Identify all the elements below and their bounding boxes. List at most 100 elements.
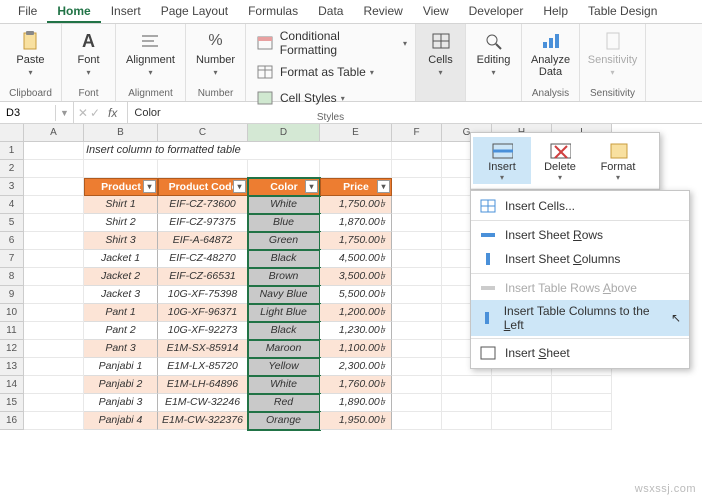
formula-input[interactable]: Color [128,105,166,121]
row-header[interactable]: 7 [0,250,24,268]
cell[interactable] [552,412,612,430]
row-header[interactable]: 13 [0,358,24,376]
cell[interactable] [392,142,442,160]
analyze-data-button[interactable]: Analyze Data [527,28,574,80]
cell[interactable] [392,214,442,232]
filter-dropdown-icon[interactable]: ▾ [305,180,318,193]
cell[interactable] [24,340,84,358]
cell[interactable]: White [248,376,320,394]
cell[interactable]: Red [248,394,320,412]
cell[interactable] [442,412,492,430]
cell[interactable]: 4,500.00৳ [320,250,392,268]
cell[interactable] [392,268,442,286]
cell[interactable]: Shirt 3 [84,232,158,250]
cell[interactable] [24,412,84,430]
cell[interactable]: 1,870.00৳ [320,214,392,232]
cell[interactable]: 1,750.00৳ [320,196,392,214]
cell[interactable]: 10G-XF-75398 [158,286,248,304]
cell[interactable] [24,142,84,160]
cell[interactable]: EIF-CZ-73600 [158,196,248,214]
column-header[interactable]: E [320,124,392,142]
cell[interactable]: Pant 1 [84,304,158,322]
tab-help[interactable]: Help [533,0,578,23]
cell[interactable] [392,322,442,340]
enter-icon[interactable]: ✓ [90,106,100,120]
sensitivity-button[interactable]: Sensitivity▾ [584,28,642,79]
cell[interactable]: EIF-CZ-48270 [158,250,248,268]
table-title[interactable]: Insert column to formatted table [84,142,392,160]
filter-dropdown-icon[interactable]: ▾ [377,180,390,193]
cell[interactable]: Brown [248,268,320,286]
cell[interactable] [24,304,84,322]
column-header[interactable]: C [158,124,248,142]
cell[interactable]: E1M-CW-322376 [158,412,248,430]
insert-table-columns-item[interactable]: Insert Table Columns to the Left↖ [471,300,689,336]
row-header[interactable]: 3 [0,178,24,196]
cell[interactable]: E1M-SX-85914 [158,340,248,358]
cell[interactable]: Blue [248,214,320,232]
cell[interactable] [24,358,84,376]
tab-view[interactable]: View [413,0,459,23]
cell[interactable]: Orange [248,412,320,430]
cell[interactable] [392,160,442,178]
filter-dropdown-icon[interactable]: ▾ [233,180,246,193]
cell[interactable]: Panjabi 4 [84,412,158,430]
row-header[interactable]: 1 [0,142,24,160]
cell[interactable]: 1,100.00৳ [320,340,392,358]
cell[interactable]: 5,500.00৳ [320,286,392,304]
table-header[interactable]: Color▾ [248,178,320,196]
cell[interactable]: E1M-CW-32246 [158,394,248,412]
cell[interactable]: 2,300.00৳ [320,358,392,376]
table-header[interactable]: Product Code▾ [158,178,248,196]
cell[interactable]: White [248,196,320,214]
tab-file[interactable]: File [8,0,47,23]
row-header[interactable]: 14 [0,376,24,394]
format-menu-button[interactable]: Format▾ [589,137,647,184]
cell[interactable] [24,196,84,214]
tab-insert[interactable]: Insert [101,0,151,23]
cell[interactable]: Panjabi 1 [84,358,158,376]
cell[interactable] [392,376,442,394]
cell[interactable]: Green [248,232,320,250]
cell[interactable] [392,340,442,358]
cell[interactable] [392,178,442,196]
cell[interactable] [24,394,84,412]
column-header[interactable]: A [24,124,84,142]
row-header[interactable]: 5 [0,214,24,232]
cell[interactable]: EIF-CZ-97375 [158,214,248,232]
cell[interactable]: 1,200.00৳ [320,304,392,322]
cell[interactable]: 1,950.00৳ [320,412,392,430]
cell[interactable] [24,160,84,178]
cell[interactable]: Shirt 2 [84,214,158,232]
cell[interactable] [24,286,84,304]
cell[interactable] [392,232,442,250]
alignment-button[interactable]: Alignment▾ [122,28,179,79]
cell[interactable] [24,376,84,394]
fx-icon[interactable]: fx [102,106,123,120]
cell-styles-button[interactable]: Cell Styles ▾ [252,86,409,110]
cell[interactable] [552,394,612,412]
cell[interactable] [392,358,442,376]
cell[interactable] [392,394,442,412]
cell[interactable]: Pant 3 [84,340,158,358]
column-header[interactable]: D [248,124,320,142]
cell[interactable] [392,304,442,322]
cell[interactable] [492,376,552,394]
insert-sheet-item[interactable]: Insert Sheet [471,341,689,365]
insert-menu-button[interactable]: Insert▾ [473,137,531,184]
row-header[interactable]: 2 [0,160,24,178]
cell[interactable] [248,160,320,178]
tab-table-design[interactable]: Table Design [578,0,667,23]
cells-button[interactable]: Cells▾ [420,28,462,79]
cell[interactable] [392,286,442,304]
cell[interactable]: Shirt 1 [84,196,158,214]
cell[interactable] [442,376,492,394]
cell[interactable] [492,394,552,412]
cell[interactable] [392,196,442,214]
cell[interactable]: Black [248,322,320,340]
cell[interactable] [84,160,158,178]
cancel-icon[interactable]: ✕ [78,106,88,120]
row-header[interactable]: 10 [0,304,24,322]
cell[interactable] [158,160,248,178]
cell[interactable]: Maroon [248,340,320,358]
